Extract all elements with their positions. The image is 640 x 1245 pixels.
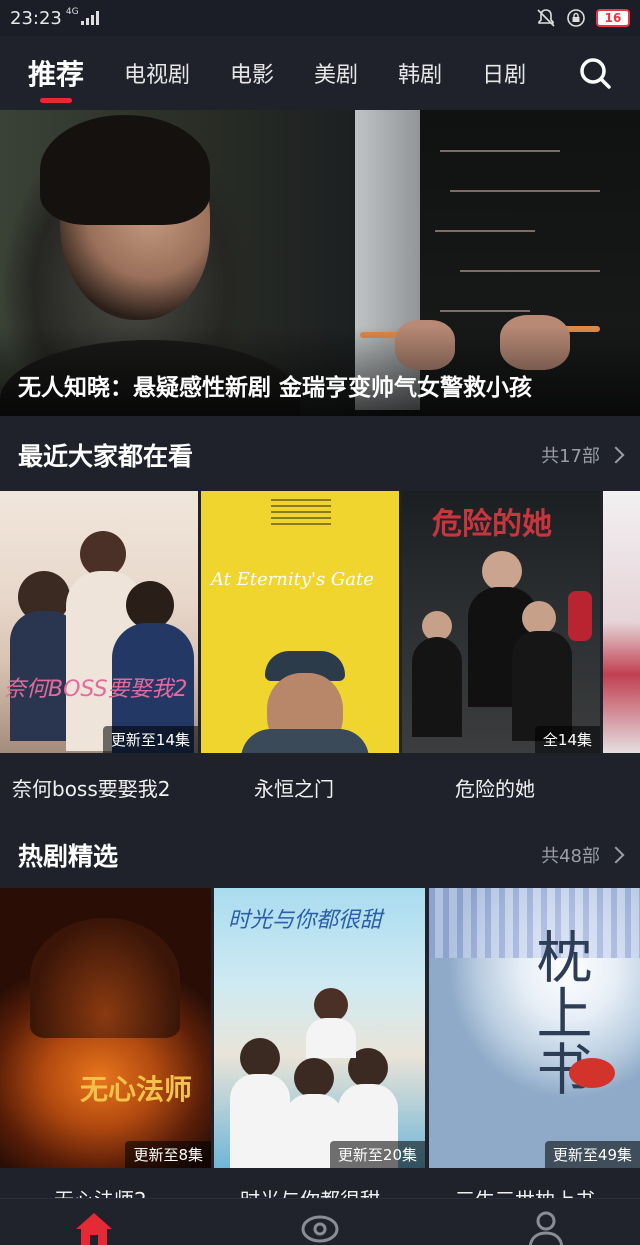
recent-card-2[interactable]: At Eternity's Gate bbox=[201, 491, 399, 811]
user-icon[interactable] bbox=[526, 1209, 566, 1245]
recent-title-3[interactable]: 危险的她 bbox=[455, 773, 535, 802]
recent-section-more[interactable]: 共17部 bbox=[541, 442, 625, 468]
mute-icon bbox=[537, 9, 555, 27]
hot-title-2[interactable]: 时光与你都很甜 bbox=[240, 1184, 380, 1198]
recent-card-1[interactable]: 奈何BOSS要娶我2 更新至14集 bbox=[0, 491, 198, 811]
hot-section-header: 热剧精选 共48部 bbox=[0, 820, 640, 890]
recent-title-2[interactable]: 永恒之门 bbox=[254, 773, 334, 802]
tab-movies[interactable]: 电影 bbox=[230, 57, 274, 89]
hot-section-title: 热剧精选 bbox=[18, 842, 119, 871]
home-icon[interactable] bbox=[74, 1209, 114, 1245]
recent-section-count: 共17部 bbox=[541, 446, 600, 467]
hot-section-count: 共48部 bbox=[541, 846, 600, 867]
recent-section-title: 最近大家都在看 bbox=[18, 442, 194, 471]
recent-section-header: 最近大家都在看 共17部 bbox=[0, 420, 640, 490]
category-tabs: 推荐 电视剧 电影 美剧 韩剧 日剧 bbox=[0, 36, 640, 110]
search-icon[interactable] bbox=[578, 56, 612, 90]
signal-icon bbox=[80, 11, 99, 25]
episode-badge: 全14集 bbox=[534, 726, 600, 753]
hot-card-3[interactable]: 枕上书 更新至49集 bbox=[429, 888, 640, 1198]
tab-tv-series[interactable]: 电视剧 bbox=[124, 57, 190, 89]
battery-icon: 16 bbox=[596, 9, 630, 27]
hero-figure-hair bbox=[40, 115, 210, 225]
hot-card-2[interactable]: 时光与你都很甜 更新至20集 bbox=[214, 888, 425, 1198]
tab-recommend[interactable]: 推荐 bbox=[28, 53, 84, 103]
hot-title-3[interactable]: 三生三世枕上书 bbox=[455, 1184, 595, 1198]
hot-card-1[interactable]: 无心法师 更新至8集 bbox=[0, 888, 211, 1198]
episode-badge: 更新至20集 bbox=[329, 1141, 425, 1168]
recent-row: 奈何BOSS要娶我2 更新至14集 At Eternity's Gate 危险的… bbox=[0, 491, 640, 811]
lock-rotation-icon bbox=[567, 9, 585, 27]
poster-image: 危险的她 bbox=[402, 491, 600, 753]
eye-icon[interactable] bbox=[300, 1209, 340, 1245]
tab-japanese-series[interactable]: 日剧 bbox=[482, 57, 526, 89]
bottom-navigation bbox=[0, 1198, 640, 1245]
poster-image bbox=[603, 491, 640, 753]
tab-korean-series[interactable]: 韩剧 bbox=[398, 57, 442, 89]
recent-card-4[interactable] bbox=[603, 491, 640, 753]
hero-caption: 无人知晓：悬疑感性新剧 金瑞亨变帅气女警救小孩 bbox=[18, 375, 533, 401]
episode-badge: 更新至8集 bbox=[125, 1141, 211, 1168]
hot-title-1[interactable]: 无心法师2 bbox=[54, 1184, 147, 1198]
network-type: 4G bbox=[65, 7, 79, 17]
status-time: 23:23 bbox=[10, 7, 62, 29]
poster-image: 时光与你都很甜 bbox=[214, 888, 425, 1168]
poster-image: 枕上书 bbox=[429, 888, 640, 1168]
hot-section-more[interactable]: 共48部 bbox=[541, 842, 625, 868]
recent-card-3[interactable]: 危险的她 全14集 bbox=[402, 491, 600, 811]
chevron-right-icon bbox=[607, 846, 625, 864]
hot-row: 无心法师 更新至8集 时光与你都很甜 更新至20集 枕上书 更新至49集 无心法… bbox=[0, 888, 640, 1198]
poster-image: 无心法师 bbox=[0, 888, 211, 1168]
chevron-right-icon bbox=[607, 446, 625, 464]
poster-image: 奈何BOSS要娶我2 bbox=[0, 491, 198, 753]
episode-badge: 更新至14集 bbox=[102, 726, 198, 753]
status-bar: 23:23 4G 16 bbox=[0, 0, 640, 36]
poster-image: At Eternity's Gate bbox=[201, 491, 399, 753]
tab-us-series[interactable]: 美剧 bbox=[314, 57, 358, 89]
hero-banner[interactable]: 无人知晓：悬疑感性新剧 金瑞亨变帅气女警救小孩 bbox=[0, 110, 640, 416]
episode-badge: 更新至49集 bbox=[544, 1141, 640, 1168]
recent-title-1[interactable]: 奈何boss要娶我2 bbox=[12, 773, 171, 802]
